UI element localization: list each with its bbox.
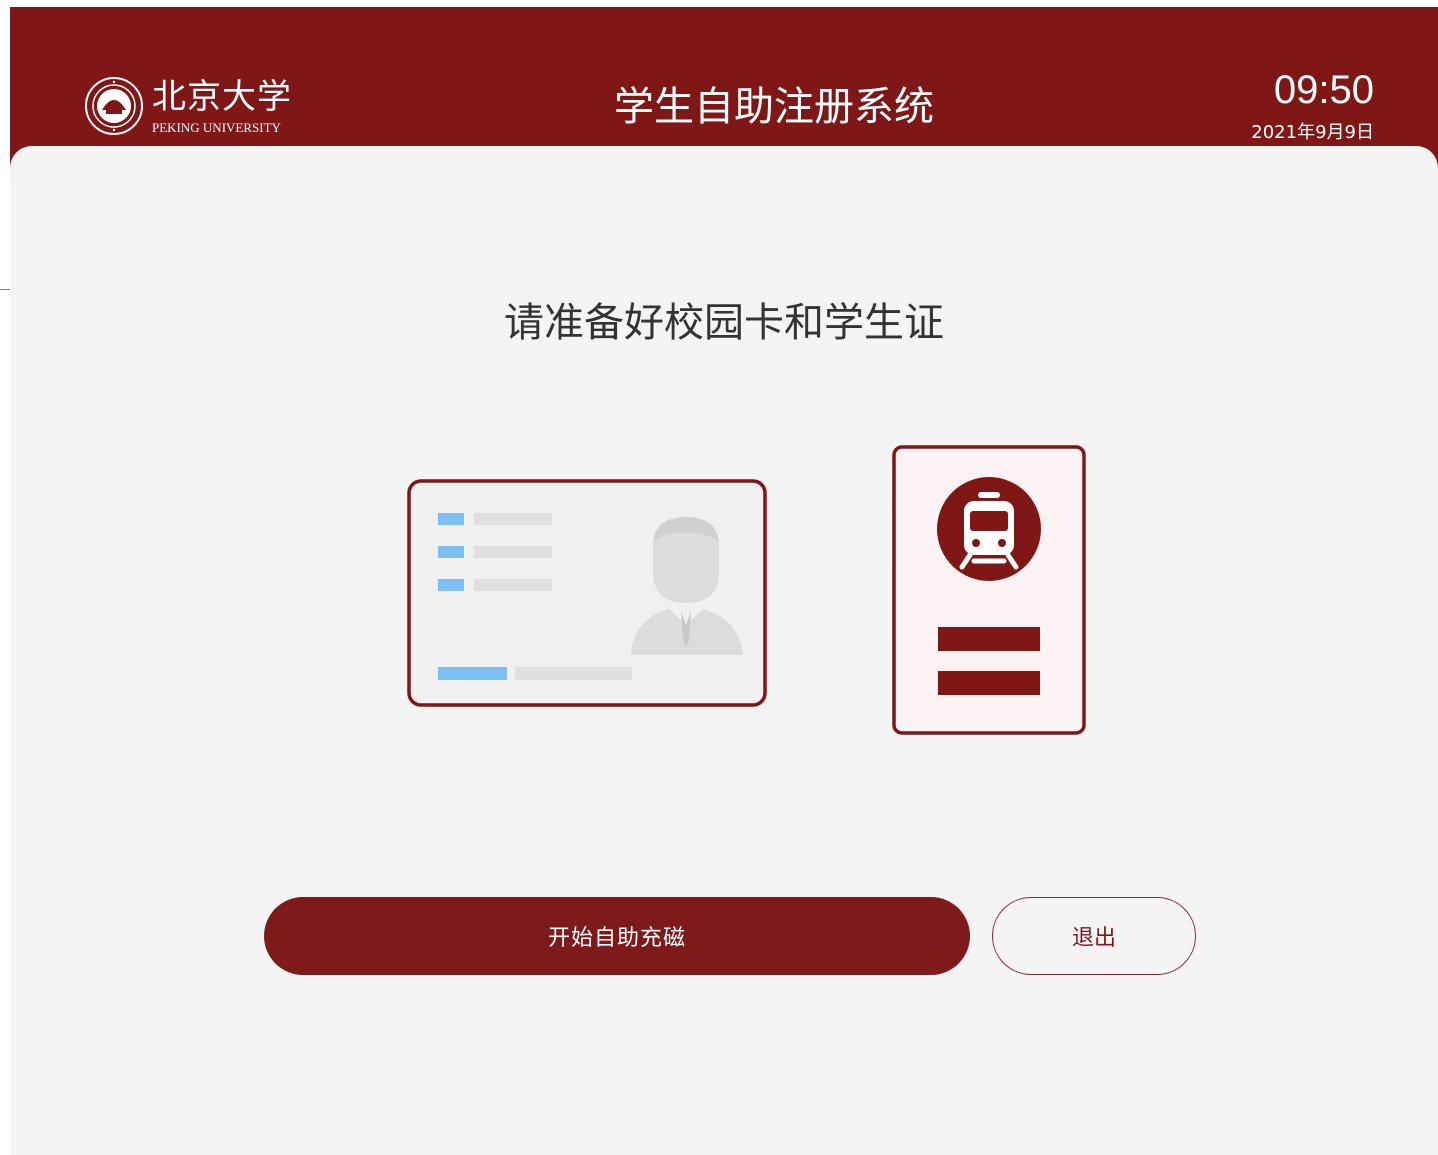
clock-date: 2021年9月9日: [1251, 122, 1374, 143]
app-window: 北京大学 PEKING UNIVERSITY 学生自助注册系统 09:50 20…: [10, 7, 1438, 1155]
start-self-magnetize-button[interactable]: 开始自助充磁: [264, 897, 970, 975]
student-id-card-icon: [892, 445, 1086, 735]
campus-card-icon: [407, 479, 767, 707]
clock-time: 09:50: [1273, 68, 1374, 112]
train-icon: [937, 477, 1041, 581]
edge-mark: [0, 289, 10, 290]
instruction-text: 请准备好校园卡和学生证: [504, 300, 944, 346]
exit-button[interactable]: 退出: [992, 897, 1196, 975]
clock: 09:50 2021年9月9日: [1251, 67, 1374, 145]
page-title: 学生自助注册系统: [614, 84, 934, 130]
